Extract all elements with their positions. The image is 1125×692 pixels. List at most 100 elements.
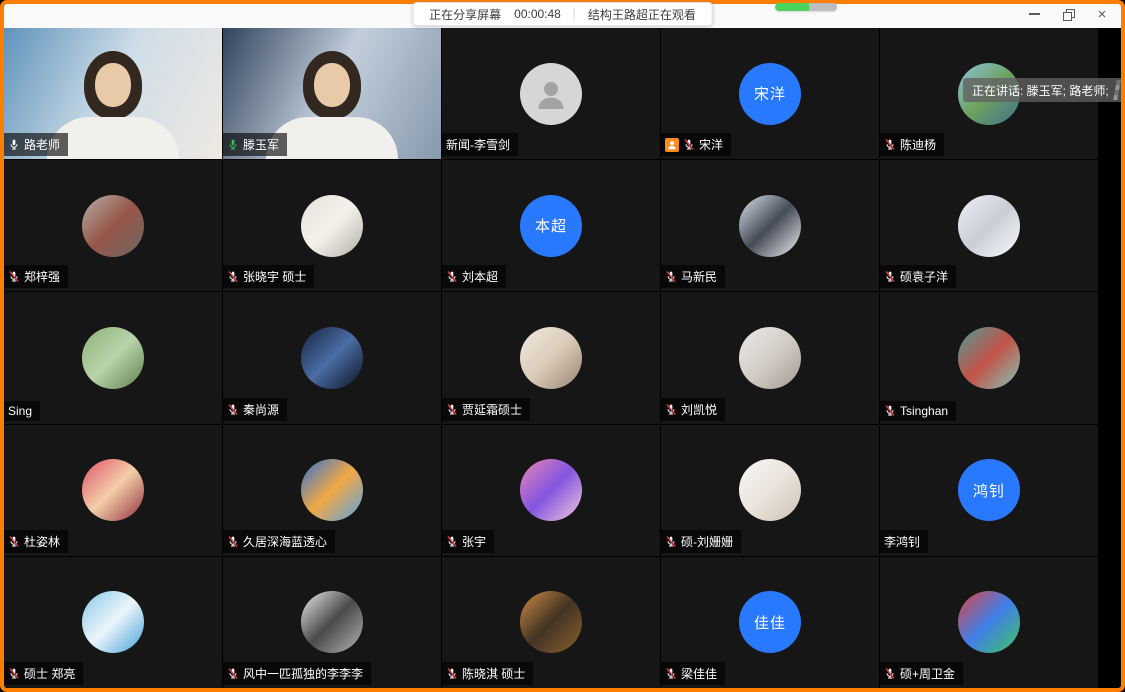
audio-level-indicator — [775, 3, 837, 11]
mic-icon — [884, 404, 896, 417]
mic-icon — [884, 270, 896, 283]
participant-name: 马新民 — [681, 268, 717, 285]
mic-icon — [227, 535, 239, 548]
participant-name: 滕玉军 — [243, 136, 279, 153]
participant-name: 张晓宇 硕士 — [243, 268, 306, 285]
participant-name: Tsinghan — [900, 404, 948, 418]
participant-label: Sing — [4, 401, 40, 421]
mic-icon — [8, 535, 20, 548]
participant-name: 李鸿钊 — [884, 533, 920, 550]
participant-tile[interactable]: 佳佳 梁佳佳 — [661, 557, 879, 688]
participant-tile[interactable]: 陈晓淇 硕士 — [442, 557, 660, 688]
mic-icon — [446, 667, 458, 680]
participant-tile[interactable]: 硕+周卫金 — [880, 557, 1098, 688]
participant-name: 硕士 郑亮 — [24, 665, 75, 682]
avatar — [301, 195, 363, 257]
participant-tile[interactable]: 宋洋 宋洋 — [661, 28, 879, 159]
avatar — [739, 327, 801, 389]
participant-tile[interactable]: 硕-刘姗姗 — [661, 425, 879, 556]
restore-button[interactable] — [1057, 5, 1079, 23]
participant-name: 久居深海蓝透心 — [243, 533, 327, 550]
participant-name: 硕+周卫金 — [900, 665, 955, 682]
avatar — [82, 327, 144, 389]
avatar — [958, 591, 1020, 653]
participant-tile[interactable]: 久居深海蓝透心 — [223, 425, 441, 556]
avatar — [82, 195, 144, 257]
participant-tile[interactable]: 刘凯悦 — [661, 292, 879, 423]
initials-avatar: 佳佳 — [739, 591, 801, 653]
mic-icon — [665, 667, 677, 680]
participant-name: 秦尚源 — [243, 401, 279, 418]
mic-icon — [446, 403, 458, 416]
participant-tile[interactable]: 硕士 郑亮 — [4, 557, 222, 688]
avatar — [739, 459, 801, 521]
mic-icon — [446, 270, 458, 283]
participant-name: 刘凯悦 — [681, 401, 717, 418]
mic-icon — [446, 535, 458, 548]
person-silhouette-icon — [531, 74, 571, 114]
avatar — [958, 327, 1020, 389]
mic-icon — [665, 403, 677, 416]
participant-tile[interactable]: 张宇 — [442, 425, 660, 556]
participant-tile[interactable]: 路老师 — [4, 28, 222, 159]
participant-label: Tsinghan — [880, 401, 956, 421]
avatar — [301, 591, 363, 653]
participant-tile[interactable]: Sing — [4, 292, 222, 423]
participant-name: 路老师 — [24, 136, 60, 153]
participant-tile[interactable]: 张晓宇 硕士 — [223, 160, 441, 291]
participant-tile[interactable]: 马新民 — [661, 160, 879, 291]
avatar — [82, 459, 144, 521]
avatar — [301, 459, 363, 521]
initials-avatar: 宋洋 — [739, 63, 801, 125]
participant-name: 宋洋 — [699, 136, 723, 153]
mic-icon — [227, 138, 239, 151]
avatar — [520, 327, 582, 389]
participant-label: 陈晓淇 硕士 — [442, 662, 533, 685]
mic-icon — [683, 138, 695, 151]
close-icon: × — [1098, 7, 1107, 22]
mic-icon — [665, 535, 677, 548]
participant-label: 路老师 — [4, 133, 68, 156]
participant-tile[interactable]: 贾延霜硕士 — [442, 292, 660, 423]
participant-tile[interactable]: 硕袁子洋 — [880, 160, 1098, 291]
minimize-button[interactable] — [1023, 5, 1045, 23]
close-button[interactable]: × — [1091, 5, 1113, 23]
participant-label: 久居深海蓝透心 — [223, 530, 335, 553]
participant-name: 硕袁子洋 — [900, 268, 948, 285]
avatar — [520, 591, 582, 653]
participant-tile[interactable]: 滕玉军 — [223, 28, 441, 159]
participant-label: 马新民 — [661, 265, 725, 288]
participant-tile[interactable]: 杜姿林 — [4, 425, 222, 556]
participant-tile[interactable]: 秦尚源 — [223, 292, 441, 423]
participant-name: Sing — [8, 404, 32, 418]
participant-label: 张宇 — [442, 530, 494, 553]
participant-tile[interactable]: Tsinghan — [880, 292, 1098, 423]
participant-tile[interactable]: 新闻-李雪剑 — [442, 28, 660, 159]
mic-icon — [227, 667, 239, 680]
participant-label: 秦尚源 — [223, 398, 287, 421]
participant-label: 风中一匹孤独的李李李 — [223, 662, 371, 685]
participant-tile[interactable]: 鸿钊 李鸿钊 — [880, 425, 1098, 556]
host-badge-icon — [665, 138, 679, 152]
mic-icon — [665, 270, 677, 283]
pill-divider — [574, 8, 575, 21]
participant-tile[interactable]: 本超 刘本超 — [442, 160, 660, 291]
participant-label: 新闻-李雪剑 — [442, 133, 518, 156]
participant-name: 郑梓强 — [24, 268, 60, 285]
participant-name: 张宇 — [462, 533, 486, 550]
participant-grid: 路老师 滕玉军 — [4, 28, 1098, 688]
participant-label: 郑梓强 — [4, 265, 68, 288]
participant-tile[interactable]: 风中一匹孤独的李李李 — [223, 557, 441, 688]
window-controls: × — [1023, 5, 1113, 23]
mic-icon — [884, 138, 896, 151]
participant-label: 刘本超 — [442, 265, 506, 288]
participant-label: 李鸿钊 — [880, 530, 928, 553]
participant-tile[interactable]: 郑梓强 — [4, 160, 222, 291]
share-status-label: 正在分享屏幕 — [429, 6, 501, 23]
participant-label: 贾延霜硕士 — [442, 398, 530, 421]
initials-avatar: 本超 — [520, 195, 582, 257]
participant-name: 风中一匹孤独的李李李 — [243, 665, 363, 682]
participant-name: 杜姿林 — [24, 533, 60, 550]
mic-icon — [8, 138, 20, 151]
participant-label: 杜姿林 — [4, 530, 68, 553]
